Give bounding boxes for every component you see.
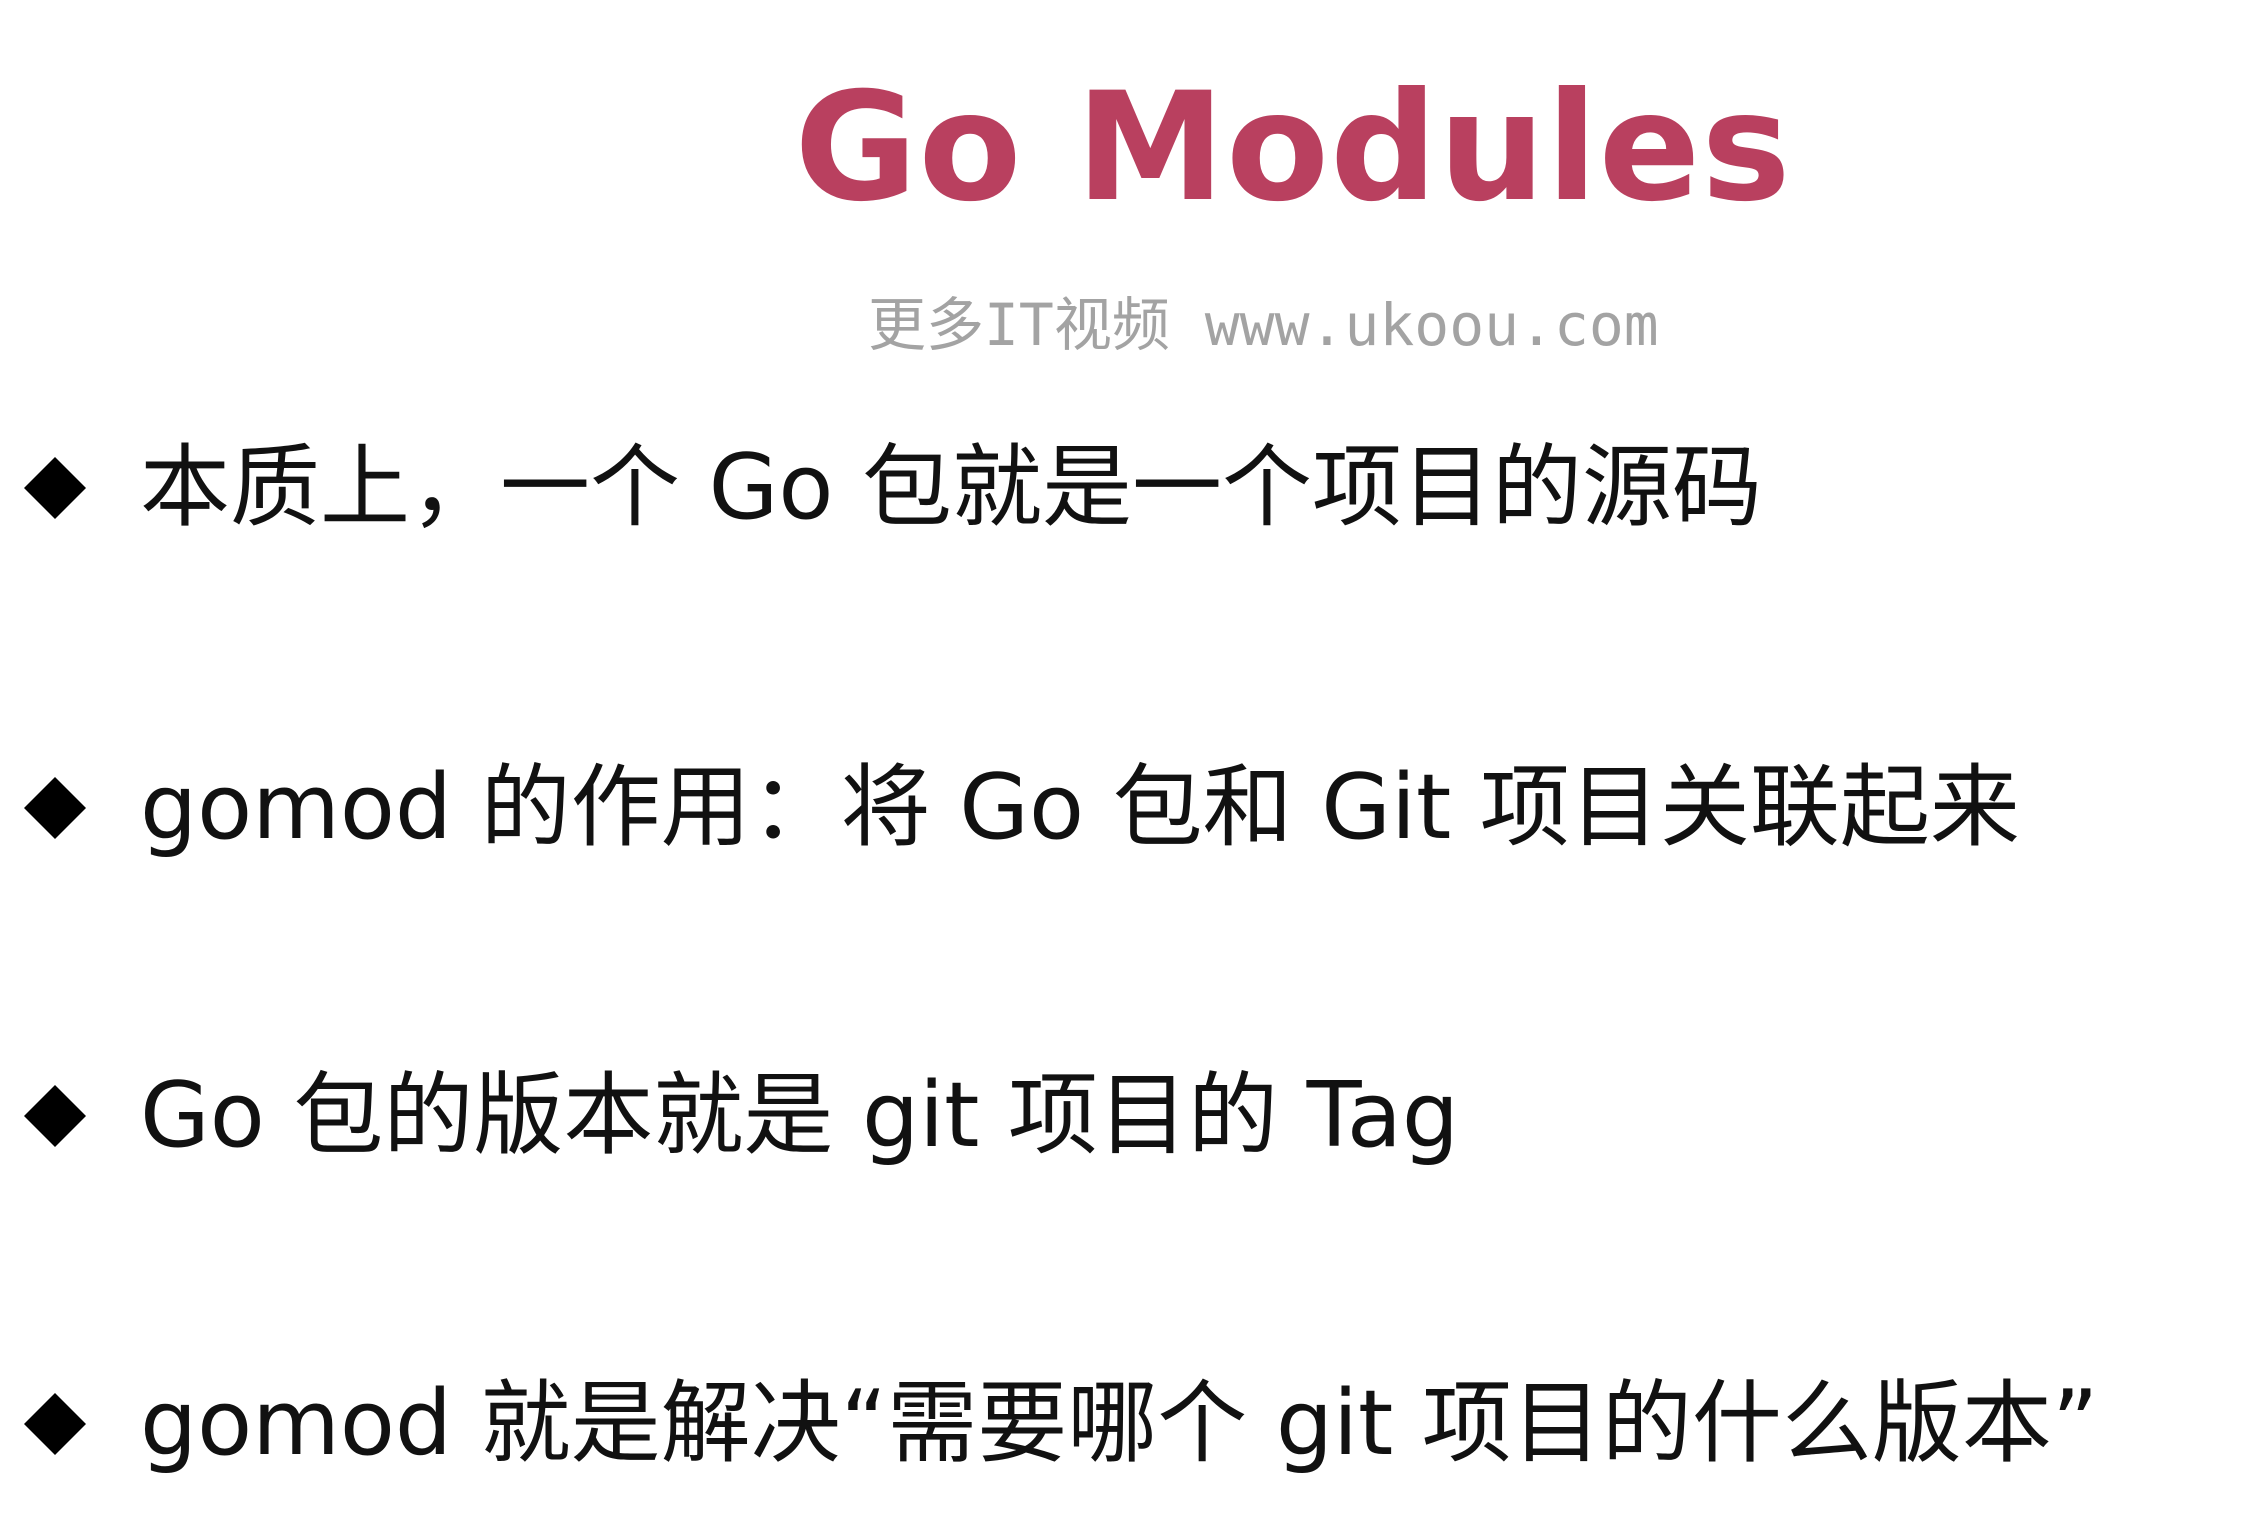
bullet-item: 本质上，一个 Go 包就是一个项目的源码 [18, 428, 1762, 548]
diamond-bullet-icon [24, 1085, 86, 1147]
diamond-bullet-icon [24, 457, 86, 519]
bullet-list: 本质上，一个 Go 包就是一个项目的源码 gomod 的作用：将 Go 包和 G… [0, 0, 2246, 1522]
bullet-text: 本质上，一个 Go 包就是一个项目的源码 [140, 435, 1763, 540]
diamond-bullet-icon [24, 1393, 86, 1455]
bullet-text: gomod 的作用：将 Go 包和 Git 项目关联起来 [140, 755, 2020, 860]
slide: Go Modules 更多IT视频 www.ukoou.com 本质上，一个 G… [0, 0, 2246, 1522]
bullet-item: gomod 就是解决“需要哪个 git 项目的什么版本” [18, 1364, 2099, 1484]
bullet-text: gomod 就是解决“需要哪个 git 项目的什么版本” [140, 1371, 2099, 1476]
bullet-item: Go 包的版本就是 git 项目的 Tag [18, 1056, 1459, 1176]
bullet-item: gomod 的作用：将 Go 包和 Git 项目关联起来 [18, 748, 2020, 868]
diamond-bullet-icon [24, 777, 86, 839]
bullet-text: Go 包的版本就是 git 项目的 Tag [140, 1063, 1460, 1168]
